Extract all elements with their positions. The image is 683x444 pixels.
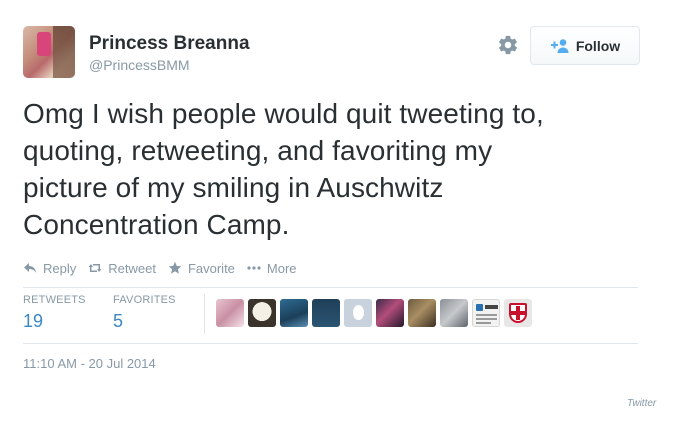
engager-avatar[interactable] <box>216 299 244 327</box>
engager-avatar[interactable] <box>472 299 500 327</box>
retweet-label: Retweet <box>108 260 156 276</box>
more-button[interactable]: More <box>247 261 297 276</box>
engager-avatar[interactable] <box>376 299 404 327</box>
tweet-line: Omg I wish people would quit tweeting to… <box>23 98 544 129</box>
tweet-actions: Reply Retweet Favorite More <box>23 259 309 277</box>
user-name[interactable]: Princess Breanna <box>89 33 250 55</box>
retweet-button[interactable]: Retweet <box>88 261 156 276</box>
engager-avatar[interactable] <box>408 299 436 327</box>
tweet-line: Concentration Camp. <box>23 209 290 240</box>
engager-avatar[interactable] <box>312 299 340 327</box>
divider <box>23 287 638 288</box>
favorites-label: FAVORITES <box>113 294 176 306</box>
engager-avatar[interactable] <box>280 299 308 327</box>
retweets-label: RETWEETS <box>23 294 86 306</box>
gear-icon[interactable] <box>497 34 519 56</box>
reply-button[interactable]: Reply <box>23 261 76 276</box>
engager-avatar[interactable] <box>440 299 468 327</box>
favorites-stat[interactable]: FAVORITES 5 <box>113 294 176 332</box>
favorite-button[interactable]: Favorite <box>168 261 235 276</box>
add-user-icon <box>550 38 569 53</box>
engagers-avatars <box>216 299 532 327</box>
engager-avatar[interactable] <box>248 299 276 327</box>
favorite-label: Favorite <box>187 260 235 276</box>
star-icon <box>168 261 182 274</box>
reply-label: Reply <box>43 260 77 276</box>
avatar[interactable] <box>23 26 75 78</box>
retweets-count: 19 <box>23 311 44 331</box>
twitter-brand-label: Twitter <box>627 398 657 409</box>
follow-button[interactable]: Follow <box>530 26 640 65</box>
reply-icon <box>24 263 36 273</box>
tweet-timestamp[interactable]: 11:10 AM - 20 Jul 2014 <box>23 356 156 371</box>
stats-divider <box>204 294 205 334</box>
tweet-line: picture of my smiling in Auschwitz <box>23 172 444 203</box>
more-icon <box>247 266 261 270</box>
retweet-icon <box>88 264 102 272</box>
tweet-text: Omg I wish people would quit tweeting to… <box>23 95 663 243</box>
tweet-line: quoting, retweeting, and favoriting my <box>23 135 493 166</box>
more-label: More <box>266 260 297 276</box>
tweet-header: Princess Breanna @PrincessBMM Follow <box>23 26 640 82</box>
engager-avatar[interactable] <box>504 299 532 327</box>
retweets-stat[interactable]: RETWEETS 19 <box>23 294 86 332</box>
user-handle[interactable]: @PrincessBMM <box>89 57 190 73</box>
favorites-count: 5 <box>113 311 124 331</box>
follow-button-label: Follow <box>575 37 621 54</box>
default-egg-avatar[interactable] <box>344 299 372 327</box>
divider <box>23 343 638 344</box>
